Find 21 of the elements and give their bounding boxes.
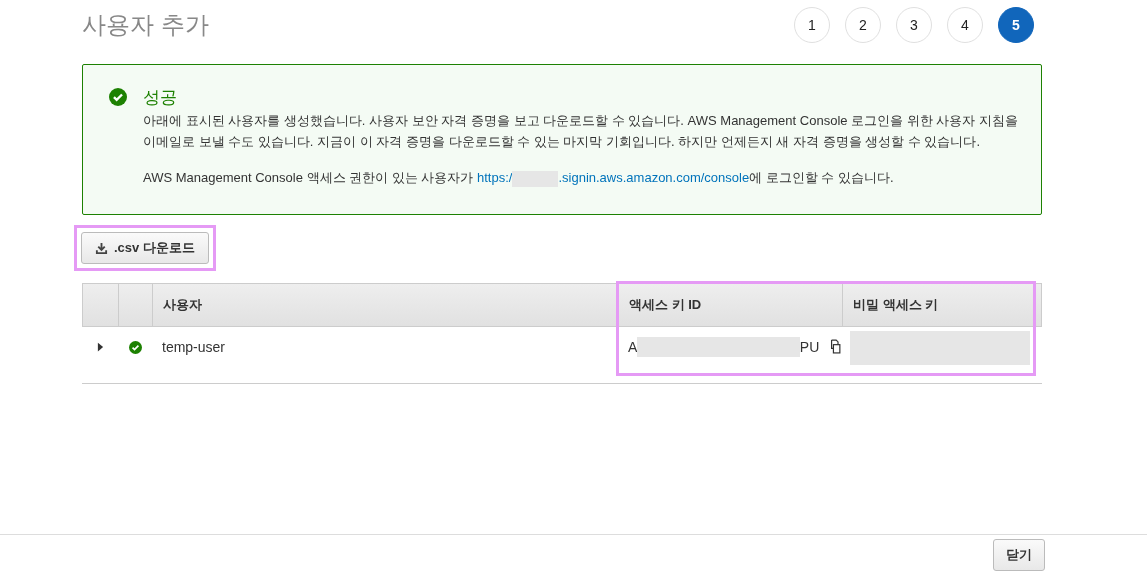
column-header: 액세스 키 ID <box>619 284 843 326</box>
table-cell: A <box>628 339 638 355</box>
download-csv-button[interactable]: .csv 다운로드 <box>81 232 209 264</box>
expand-caret-icon[interactable] <box>96 342 104 352</box>
alert-message: 아래에 표시된 사용자를 생성했습니다. 사용자 보안 자격 증명을 보고 다운로드할 수 있습니다. AWS Management Console 로그인을 위한 사용자 지침을 이메일로 보낼 수도 있습니다. 지금이 이 자격 증명을 다운로드할 수 있는 마지막 기회입니다. 하지만 언제든지 새 자격 증명을 생성할 수 있습니다. <box>143 112 1019 151</box>
console-link[interactable]: https:/ .signin.aws.amazon.com/console <box>477 170 750 185</box>
check-circle-icon <box>109 88 127 106</box>
console-access-note: AWS Management Console 액세스 권한이 있는 사용자가 https:/ .signin.aws.amazon.com/console에 로그인할 수 있습니다. <box>143 169 895 188</box>
alert-title: 성공 <box>143 87 178 108</box>
download-icon <box>95 241 108 255</box>
table-cell: temp-user <box>162 339 226 355</box>
column-header: 사용자 <box>153 284 619 326</box>
step-indicator[interactable]: 5 <box>998 7 1034 43</box>
page-title: 사용자 추가 <box>82 10 209 40</box>
column-header: 비밀 액세스 키 <box>852 296 940 314</box>
step-indicator[interactable]: 4 <box>947 7 983 43</box>
close-button[interactable]: 닫기 <box>993 539 1045 571</box>
step-indicator[interactable]: 2 <box>845 7 881 43</box>
table-cell: PU <box>799 339 820 355</box>
step-indicator[interactable]: 3 <box>896 7 932 43</box>
step-indicator[interactable]: 1 <box>794 7 830 43</box>
